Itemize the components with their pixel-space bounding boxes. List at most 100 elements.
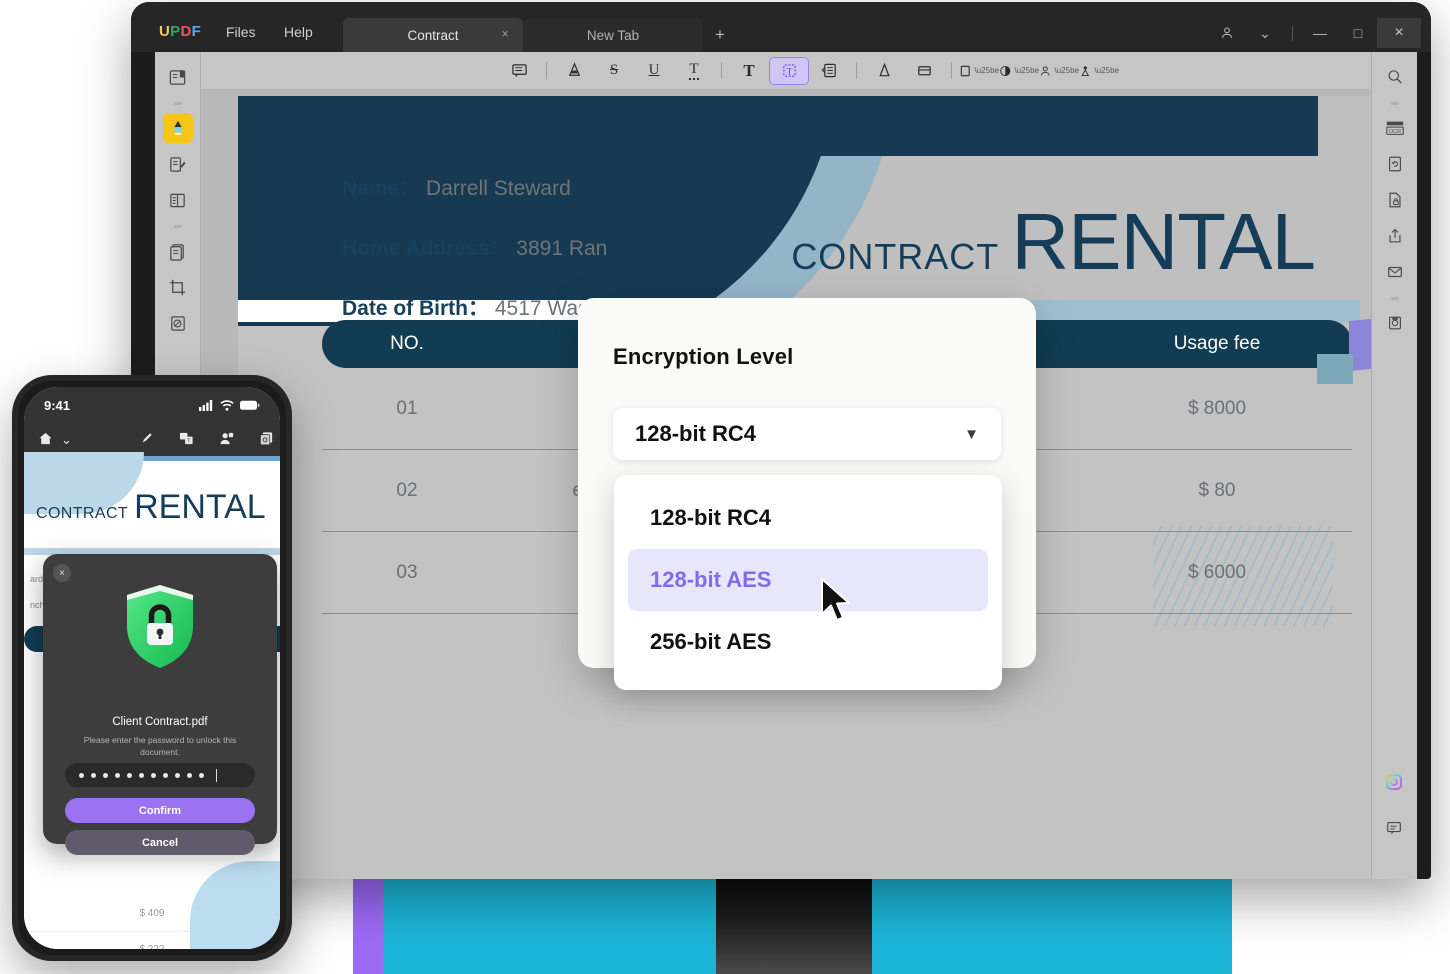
chevron-down-icon[interactable]: \u25be: [975, 66, 999, 75]
convert-icon[interactable]: [1380, 149, 1410, 179]
document-title: CONTRACT RENTAL: [791, 197, 1316, 286]
password-modal-filename: Client Contract.pdf: [112, 716, 208, 728]
menu-help[interactable]: Help: [284, 24, 313, 40]
cell-no: 03: [396, 561, 418, 583]
highlight-icon[interactable]: [554, 57, 594, 85]
chevron-down-icon[interactable]: ⌄: [1246, 18, 1284, 48]
tab-contract[interactable]: Contract ×: [343, 18, 523, 52]
text-box-icon[interactable]: T: [729, 57, 769, 85]
phone-cell-price: $ 409: [139, 908, 165, 919]
comment-panel-icon[interactable]: [1379, 813, 1409, 843]
right-toolbar-bottom: [1371, 767, 1417, 849]
field-dob-value: 4517 Was: [494, 297, 589, 320]
compress-icon[interactable]: [1380, 308, 1410, 338]
signature-icon[interactable]: \u25be: [1039, 57, 1079, 85]
highlighter-icon[interactable]: [162, 113, 193, 143]
strikethrough-icon[interactable]: S: [594, 57, 634, 85]
squiggly-underline-icon[interactable]: T: [674, 57, 714, 85]
chevron-down-icon[interactable]: \u25be: [1055, 66, 1079, 75]
annotate-icon[interactable]: [140, 431, 154, 448]
cell-fee: $ 80: [1198, 479, 1236, 501]
thumbnail-blue: [1317, 354, 1353, 384]
organize-pages-icon[interactable]: [163, 185, 193, 215]
encryption-level-selected-value: 128-bit RC4: [635, 421, 757, 446]
text-field-icon[interactable]: T: [769, 56, 809, 85]
tab-strip: Contract × New Tab +: [343, 18, 737, 52]
monitor-stand: [716, 876, 872, 974]
field-date-of-birth: Date of Birth： 4517 Was: [342, 292, 607, 322]
stamp-icon[interactable]: \u25be: [999, 57, 1039, 85]
account-icon[interactable]: [1208, 18, 1246, 48]
phone-screen: 9:41 ⌄ T CONTRACT RENTAL ard nch $ 409 ×…: [24, 387, 280, 949]
text-callout-icon[interactable]: [809, 57, 849, 85]
screenshot-root: UPDF Files Help Contract × New Tab + ⌄ —…: [0, 0, 1450, 974]
rail-divider: [1390, 102, 1399, 105]
plus-icon[interactable]: +: [703, 18, 737, 52]
option-256-bit-aes[interactable]: 256-bit AES: [628, 611, 988, 673]
chevron-down-icon[interactable]: ⌄: [61, 432, 72, 448]
crop-icon[interactable]: [163, 272, 193, 302]
mail-icon[interactable]: [1380, 257, 1410, 287]
ocr-icon[interactable]: OCR: [1380, 113, 1410, 143]
tab-new-tab[interactable]: New Tab: [523, 18, 703, 52]
shapes-icon[interactable]: \u25be: [959, 57, 999, 85]
rail-divider-2: [1390, 297, 1399, 300]
option-128-bit-rc4[interactable]: 128-bit RC4: [628, 487, 988, 549]
chevron-down-icon[interactable]: \u25be: [1095, 66, 1119, 75]
edit-text-icon[interactable]: T: [179, 431, 194, 449]
menu-files[interactable]: Files: [226, 24, 256, 40]
document-title-big: RENTAL: [1011, 197, 1316, 286]
logo-letter-f: F: [191, 23, 202, 40]
edit-pdf-icon[interactable]: [163, 149, 193, 179]
maximize-button[interactable]: □: [1339, 18, 1377, 48]
close-icon[interactable]: ×: [501, 27, 509, 41]
header-navy-bar: [238, 96, 1318, 156]
share-person-icon[interactable]: [219, 431, 234, 449]
underline-icon[interactable]: U: [634, 57, 674, 85]
annotation-toolbar: S U T T T \u25be \u25be \u25be \u25be: [201, 52, 1417, 90]
tab-contract-label: Contract: [407, 27, 459, 43]
rail-divider-2: [173, 225, 182, 228]
document-title-small: CONTRACT: [791, 236, 1000, 277]
reader-icon[interactable]: [163, 62, 193, 92]
sticky-note-icon[interactable]: [499, 57, 539, 85]
phone-doc-blue-blob: [190, 861, 280, 949]
option-128-bit-aes[interactable]: 128-bit AES: [628, 549, 988, 611]
phone-doc-title: CONTRACT RENTAL: [36, 490, 266, 524]
phone-status-bar: 9:41: [24, 387, 280, 423]
cell-no: 02: [396, 479, 418, 501]
close-window-button[interactable]: ×: [1377, 18, 1421, 48]
bezel-right: [1417, 52, 1431, 879]
share-icon[interactable]: [1380, 221, 1410, 251]
phone-mockup: 9:41 ⌄ T CONTRACT RENTAL ard nch $ 409 ×…: [12, 375, 292, 961]
wifi-icon: [220, 399, 234, 411]
phone-status-icons: [199, 399, 260, 411]
eraser-icon[interactable]: [904, 57, 944, 85]
redact-icon[interactable]: [163, 308, 193, 338]
pages-icon[interactable]: [259, 431, 274, 449]
home-icon[interactable]: [38, 431, 53, 449]
signal-icon: [199, 399, 213, 411]
divider: [721, 62, 722, 79]
password-input[interactable]: [65, 763, 255, 787]
attachment-icon[interactable]: \u25be: [1079, 57, 1119, 85]
cell-fee: $ 8000: [1187, 397, 1247, 419]
close-icon[interactable]: ×: [53, 564, 71, 582]
minimize-button[interactable]: —: [1301, 18, 1339, 48]
ai-assistant-icon[interactable]: [1379, 767, 1409, 797]
title-bar: UPDF Files Help Contract × New Tab + ⌄ —…: [131, 2, 1431, 52]
cancel-button[interactable]: Cancel: [65, 830, 255, 855]
chevron-down-icon[interactable]: ▼: [964, 426, 979, 443]
confirm-button[interactable]: Confirm: [65, 798, 255, 823]
column-header-no: NO.: [390, 333, 424, 354]
convert-pdf-icon[interactable]: [163, 236, 193, 266]
encryption-level-select[interactable]: 128-bit RC4 ▼: [613, 408, 1001, 460]
phone-time: 9:41: [44, 397, 71, 413]
svg-text:OCR: OCR: [1388, 129, 1400, 135]
field-name-value: Darrell Steward: [426, 177, 571, 200]
chevron-down-icon[interactable]: \u25be: [1015, 66, 1039, 75]
pencil-icon[interactable]: [864, 57, 904, 85]
search-icon[interactable]: [1380, 62, 1410, 92]
protect-icon[interactable]: [1380, 185, 1410, 215]
dialog-title: Encryption Level: [613, 344, 794, 369]
